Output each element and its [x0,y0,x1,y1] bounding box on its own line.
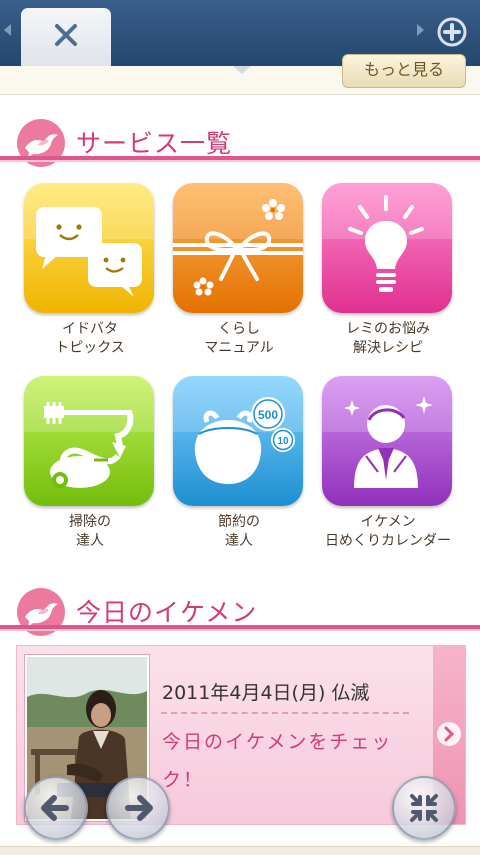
gift-ribbon-icon [173,183,303,296]
service-remi-recipe[interactable]: レミのお悩み 解決レシピ [313,183,463,363]
service-icon-tile [173,183,303,313]
service-label: 節約の 達人 [218,514,260,549]
shrink-button[interactable] [392,776,456,840]
service-souji-tatsujin[interactable]: 掃除の 達人 [15,376,165,556]
service-kurashi-manual[interactable]: くらし マニュアル [164,183,314,363]
close-icon[interactable] [52,21,80,49]
service-label: くらし マニュアル [204,321,274,356]
service-icon-tile [322,183,452,313]
tab-scroll-left-icon[interactable] [4,24,11,36]
service-label: イケメン 日めくりカレンダー [325,514,451,549]
section-divider [0,156,480,162]
service-label: 掃除の 達人 [69,514,111,549]
collapse-icon [410,794,438,822]
service-label: イドバタ トピックス [55,321,125,356]
arrow-right-icon [125,795,153,821]
section-title-services: サービス一覧 [76,129,233,158]
service-icon-tile [24,376,154,506]
more-button[interactable]: もっと見る [342,54,466,88]
service-icon-tile [24,183,154,313]
chat-bubbles-icon [24,183,154,297]
forward-button[interactable] [106,776,170,840]
service-idobata-topics[interactable]: イドバタ トピックス [15,183,165,363]
service-icon-tile [322,376,452,506]
vacuum-cleaner-icon [24,376,154,488]
services-header: サービス一覧 [0,118,480,170]
plus-circle-icon[interactable] [436,16,468,48]
browser-tab[interactable] [21,8,111,66]
ikemen-suit-icon [322,376,452,488]
chevron-right-icon[interactable] [436,721,462,747]
coin-500-label: 500 [258,408,278,422]
service-icon-tile: 500 10 [173,376,303,506]
coin-purse-icon: 500 10 [173,376,303,484]
tab-notch [233,66,251,74]
section-title-ikemen: 今日のイケメン [76,598,258,627]
ikemen-header: 今日のイケメン [0,587,480,639]
arrow-left-icon [41,795,69,821]
ikemen-check-link[interactable]: 今日のイケメンをチェック！ [162,723,412,799]
coin-10-label: 10 [277,436,289,447]
service-setsuyaku-tatsujin[interactable]: 500 10 節約の 達人 [164,376,314,556]
section-divider [0,625,480,631]
dashed-divider [161,712,409,714]
tab-scroll-right-icon[interactable] [417,24,424,36]
back-button[interactable] [24,776,88,840]
service-ikemen-calendar[interactable]: イケメン 日めくりカレンダー [313,376,463,556]
service-label: レミのお悩み 解決レシピ [346,321,430,356]
light-bulb-icon [322,183,452,292]
ikemen-date: 2011年4月4日(月) 仏滅 [162,682,370,704]
